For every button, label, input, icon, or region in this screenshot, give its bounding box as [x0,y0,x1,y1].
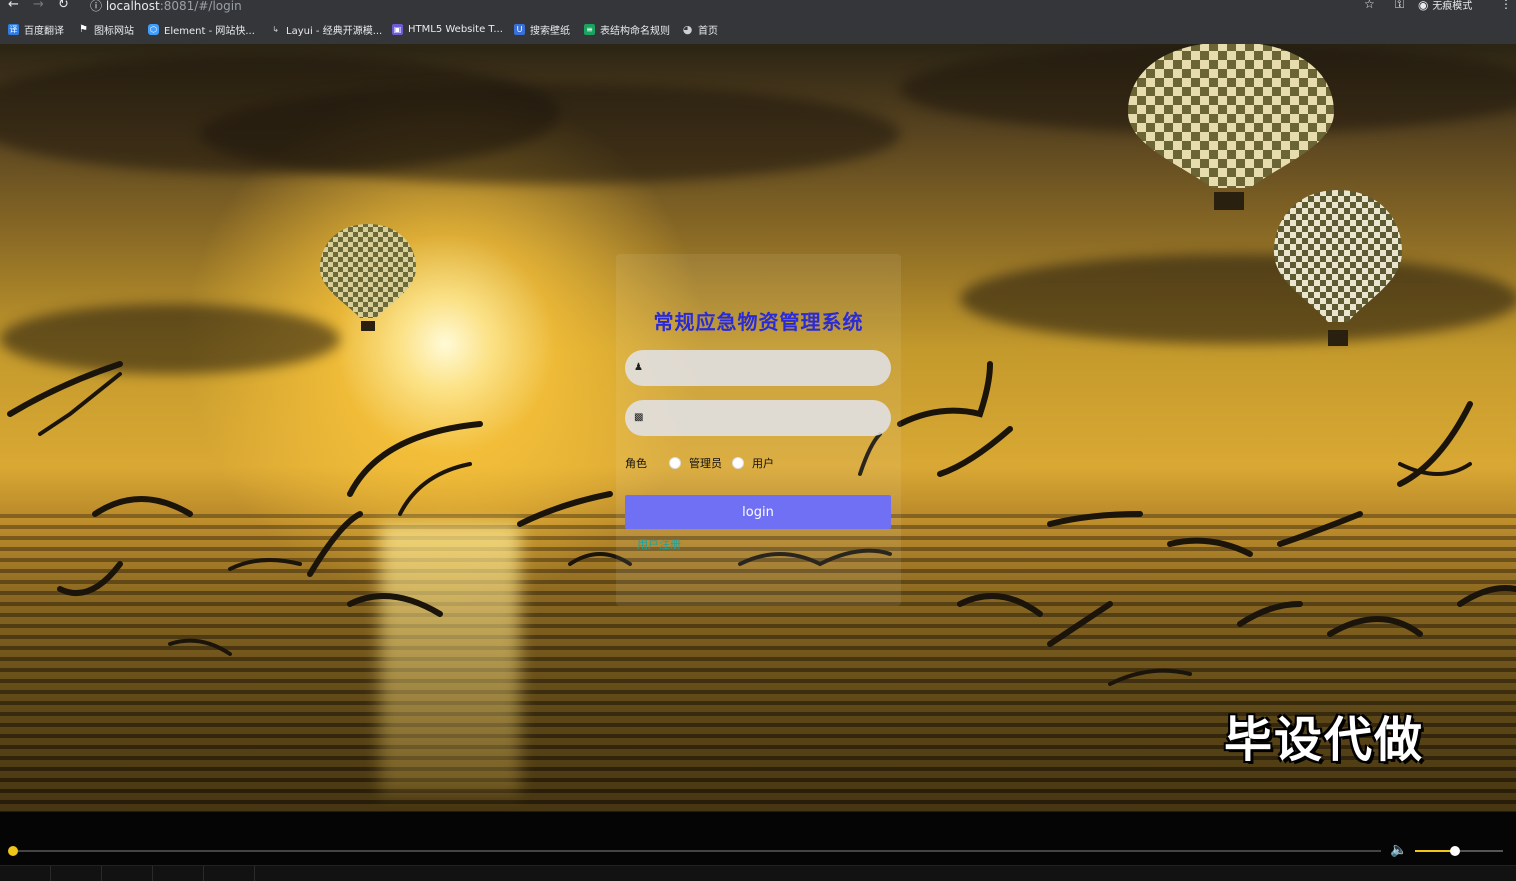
bookmark-label: Element - 网站快... [164,25,255,37]
address-bar[interactable]: ⓘ localhost:8081/#/login [90,0,242,14]
role-option-admin-label[interactable]: 管理员 [689,455,722,471]
role-radio-admin[interactable] [669,457,681,469]
bookmark-item[interactable]: ↳ Layui - 经典开源模... [270,22,383,37]
bookmark-star-icon[interactable]: ☆ [1364,0,1375,11]
menu-dots-icon[interactable]: ⋮ [1500,0,1512,11]
user-icon: ♟ [634,362,643,373]
reload-icon[interactable]: ↻ [58,0,69,12]
progress-knob[interactable] [8,846,18,856]
progress-track[interactable] [13,850,1381,852]
html5-template-icon: ▣ [392,23,403,35]
lock-icon: ▩ [634,412,644,423]
wallpaper-icon: U [514,23,525,35]
username-input[interactable] [625,350,891,386]
url-host: localhost [105,0,160,13]
bookmark-label: 图标网站 [94,25,134,37]
url-path: :8081/#/login [159,0,242,13]
bookmark-item[interactable]: ▣ HTML5 Website T... [392,22,503,36]
bookmark-item[interactable]: U 搜索壁纸 [514,22,570,37]
translate-icon: 译 [8,23,19,35]
volume-icon[interactable]: 🔈 [1390,842,1407,858]
back-arrow-icon[interactable]: ← [8,0,19,12]
incognito-icon: ◉ [1418,0,1429,12]
role-option-user-label[interactable]: 用户 [752,455,774,471]
bookmark-item[interactable]: ◕ 首页 [682,22,718,37]
control-cell[interactable] [204,866,255,881]
bookmark-item[interactable]: ≡ 表结构命名规则 [584,22,670,37]
page-title: 常规应急物资管理系统 [653,310,864,334]
role-radio-user[interactable] [732,457,744,469]
password-input[interactable] [625,400,891,436]
role-selector: 角色 管理员 用户 [625,456,774,470]
layui-icon: ↳ [272,24,279,34]
bookmark-label: 搜索壁纸 [530,25,570,37]
bookmark-item[interactable]: 译 百度翻译 [8,22,64,37]
login-page-background: 常规应急物资管理系统 ♟ ▩ 角色 管理员 用户 login 用户注册 毕设代做 [0,44,1516,812]
volume-fill [1415,850,1455,852]
bookmark-label: 首页 [698,25,718,37]
element-hexagon-icon: ⬡ [148,23,159,35]
login-button[interactable]: login [625,495,891,529]
video-player-controls: 🔈 [0,812,1516,881]
bookmark-label: 表结构命名规则 [600,25,670,37]
control-cell[interactable] [153,866,204,881]
control-cell[interactable] [0,866,51,881]
bookmark-item[interactable]: ⬡ Element - 网站快... [148,22,255,37]
bookmark-item[interactable]: ⚑ 图标网站 [78,22,134,37]
bookmark-label: HTML5 Website T... [408,23,503,35]
bookmark-label: Layui - 经典开源模... [286,25,383,37]
flag-icon: ⚑ [79,23,88,35]
control-cell[interactable] [102,866,153,881]
incognito-label: 无痕模式 [1432,1,1473,12]
bookmarks-bar: 译 百度翻译 ⚑ 图标网站 ⬡ Element - 网站快... ↳ Layui… [0,14,1516,45]
control-cell[interactable] [51,866,102,881]
control-strip [0,865,1516,881]
browser-toolbar: ← → ↻ ⓘ localhost:8081/#/login ☆ ⚿ ◉ 无痕模… [0,0,1516,14]
incognito-profile[interactable]: ◉ 无痕模式 [1418,0,1472,12]
globe-icon: ◕ [682,22,693,36]
login-panel: 常规应急物资管理系统 ♟ ▩ 角色 管理员 用户 login 用户注册 [616,254,901,606]
doc-icon: ≡ [584,23,595,35]
site-info-icon[interactable]: ⓘ [90,0,102,13]
forward-arrow-icon[interactable]: → [33,0,44,12]
volume-knob[interactable] [1449,846,1460,856]
role-label: 角色 [625,457,647,470]
watermark-text: 毕设代做 [1224,712,1425,768]
bookmark-label: 百度翻译 [24,25,64,37]
key-icon[interactable]: ⚿ [1395,0,1404,12]
register-link[interactable]: 用户注册 [637,536,681,552]
